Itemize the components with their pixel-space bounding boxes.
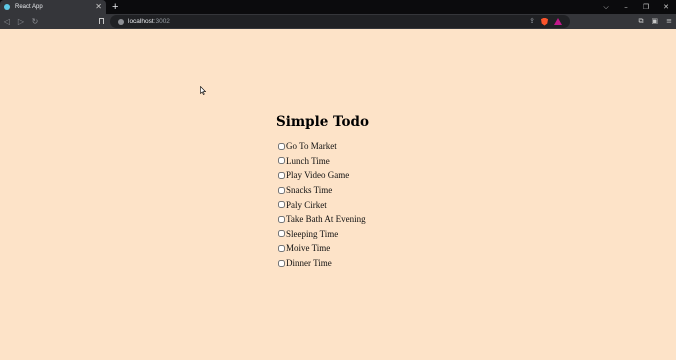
todo-label: Take Bath At Evening	[286, 214, 366, 225]
todo-label: Lunch Time	[286, 155, 330, 166]
todo-list: Go To Market Lunch Time Play Video Game Sna…	[276, 139, 369, 270]
share-icon[interactable]: ⇪	[529, 17, 535, 26]
new-tab-button[interactable]: +	[112, 0, 118, 14]
maximize-button[interactable]: ❐	[636, 0, 656, 14]
todo-checkbox[interactable]	[278, 244, 285, 252]
brave-rewards-icon[interactable]	[554, 18, 562, 25]
todo-label: Paly Cirket	[286, 199, 327, 210]
todo-label: Play Video Game	[286, 170, 350, 181]
window-controls: ⌵ – ❐ ✕	[596, 0, 676, 14]
todo-item: Go To Market	[276, 139, 369, 154]
tab-close-icon[interactable]: ✕	[95, 1, 102, 13]
browser-toolbar: ◁ ▷ ↻ localhost:3002 ⇪ ⧉ ▣ ≡	[0, 14, 676, 29]
bookmark-icon[interactable]	[99, 18, 104, 24]
address-bar-actions: ⇪	[529, 17, 562, 26]
reload-icon[interactable]: ↻	[28, 14, 42, 29]
browser-tab[interactable]: React App ✕	[0, 0, 106, 14]
todo-item: Play Video Game	[276, 168, 369, 183]
brave-shields-icon[interactable]	[541, 17, 548, 26]
todo-label: Moive Time	[286, 243, 331, 254]
todo-label: Dinner Time	[286, 258, 332, 269]
sidebar-icon[interactable]: ▣	[652, 14, 659, 29]
todo-item: Dinner Time	[276, 256, 369, 271]
todo-item: Sleeping Time	[276, 227, 369, 242]
site-info-icon[interactable]	[118, 18, 124, 25]
todo-checkbox[interactable]	[278, 157, 285, 165]
react-favicon-icon	[4, 4, 10, 10]
back-icon[interactable]: ◁	[0, 14, 14, 29]
todo-checkbox[interactable]	[278, 186, 285, 194]
todo-item: Snacks Time	[276, 183, 369, 198]
url-text: localhost:3002	[128, 18, 170, 25]
tab-search-icon[interactable]: ⌵	[596, 0, 616, 14]
close-window-button[interactable]: ✕	[656, 0, 676, 14]
forward-icon[interactable]: ▷	[14, 14, 28, 29]
todo-item: Moive Time	[276, 241, 369, 256]
tab-title: React App	[15, 4, 43, 10]
todo-checkbox[interactable]	[278, 259, 285, 267]
toolbar-actions: ⧉ ▣ ≡	[639, 14, 673, 29]
todo-label: Go To Market	[286, 141, 337, 152]
mouse-cursor-icon	[200, 80, 207, 99]
extensions-icon[interactable]: ⧉	[639, 14, 644, 29]
minimize-button[interactable]: –	[616, 0, 636, 14]
todo-app: Simple Todo Go To Market Lunch Time Play V…	[276, 113, 369, 270]
url-port: :3002	[153, 18, 170, 25]
todo-checkbox[interactable]	[278, 230, 285, 238]
menu-icon[interactable]: ≡	[666, 14, 672, 29]
todo-item: Lunch Time	[276, 154, 369, 169]
browser-tab-bar: React App ✕ + ⌵ – ❐ ✕	[0, 0, 676, 14]
todo-item: Paly Cirket	[276, 197, 369, 212]
todo-checkbox[interactable]	[278, 171, 285, 179]
todo-checkbox[interactable]	[278, 201, 285, 209]
todo-item: Take Bath At Evening	[276, 212, 369, 227]
todo-label: Sleeping Time	[286, 228, 339, 239]
todo-checkbox[interactable]	[278, 215, 285, 223]
url-host: localhost	[128, 18, 154, 25]
address-bar[interactable]: localhost:3002 ⇪	[110, 15, 570, 28]
page-title: Simple Todo	[276, 114, 369, 130]
todo-label: Snacks Time	[286, 185, 333, 196]
todo-checkbox[interactable]	[278, 142, 285, 150]
